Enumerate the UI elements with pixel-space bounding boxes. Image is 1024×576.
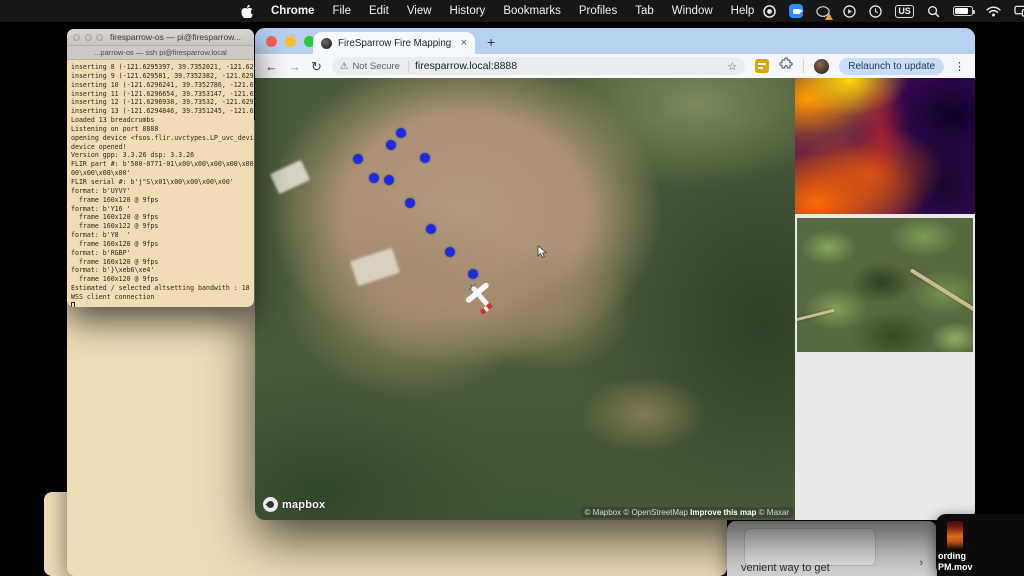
mouse-cursor [537, 245, 549, 259]
menu-item-window[interactable]: Window [663, 5, 722, 17]
address-url[interactable]: firesparrow.local:8888 [415, 60, 517, 72]
reload-button[interactable]: ↻ [311, 60, 322, 73]
terminal-tab-title: ...parrow-os — ssh pi@firesparrow.local [94, 48, 227, 57]
terminal-traffic-lights[interactable] [73, 34, 103, 41]
twig [797, 309, 835, 323]
apple-menu[interactable] [232, 5, 262, 18]
close-window-button[interactable] [266, 36, 277, 47]
satellite-map[interactable]: mapbox © Mapbox © OpenStreetMap Improve … [255, 78, 795, 520]
breadcrumb-dot[interactable] [369, 173, 379, 183]
map-building [350, 248, 400, 286]
wifi-icon[interactable] [986, 6, 1001, 17]
input-source-indicator[interactable]: US [895, 5, 914, 18]
notification-thumbnail [947, 521, 963, 549]
terminal-window-title: firesparrow-os — pi@firesparrow... [103, 32, 248, 42]
recording-notification[interactable]: ording PM.mov [936, 514, 1024, 576]
battery-icon[interactable] [953, 6, 973, 16]
breadcrumb-dot[interactable] [384, 175, 394, 185]
menu-bar: Chrome File Edit View History Bookmarks … [0, 0, 1024, 22]
browser-tab[interactable]: FireSparrow Fire Mapping × [313, 32, 475, 54]
background-dialog-window: venient way to get › [727, 521, 937, 576]
notification-filename: PM.mov [938, 562, 973, 572]
new-tab-button[interactable]: + [487, 34, 495, 50]
mapbox-logo[interactable]: mapbox [263, 497, 325, 512]
breadcrumb-dot[interactable] [396, 128, 406, 138]
tab-favicon-globe-icon [321, 38, 332, 49]
camera-feed-panel: Starting up... [795, 78, 975, 520]
chrome-browser-window[interactable]: FireSparrow Fire Mapping × + ← → ↻ ⚠ Not… [255, 28, 975, 520]
menu-item-profiles[interactable]: Profiles [570, 5, 626, 17]
relaunch-to-update-button[interactable]: Relaunch to update [839, 58, 944, 75]
browser-menu-icon[interactable]: ⋮ [954, 60, 965, 73]
play-circle-icon[interactable] [843, 5, 856, 18]
menu-item-tab[interactable]: Tab [626, 5, 663, 17]
extensions-puzzle-icon[interactable] [779, 57, 793, 76]
mapbox-logo-icon [263, 497, 278, 512]
page-content: mapbox © Mapbox © OpenStreetMap Improve … [255, 78, 975, 520]
record-icon[interactable] [763, 5, 776, 18]
thermal-camera-feed [795, 78, 975, 214]
improve-this-map-link[interactable]: Improve this map [690, 508, 756, 517]
terminal-tab-bar[interactable]: ...parrow-os — ssh pi@firesparrow.local [67, 46, 254, 60]
device-warning-icon[interactable] [816, 5, 830, 18]
extension-icon[interactable] [755, 59, 769, 73]
breadcrumb-dot[interactable] [426, 224, 436, 234]
breadcrumb-dot[interactable] [420, 153, 430, 163]
zoom-app-icon[interactable] [789, 4, 803, 18]
terminal-title-bar[interactable]: firesparrow-os — pi@firesparrow... [67, 29, 254, 46]
warning-triangle-icon: ⚠ [340, 61, 349, 72]
profile-avatar[interactable] [814, 59, 829, 74]
panel-lower-area: Starting up... [795, 356, 975, 520]
close-tab-icon[interactable]: × [461, 37, 467, 49]
dialog-partial-text: venient way to get [741, 562, 830, 574]
plane-marker[interactable] [460, 278, 500, 318]
breadcrumb-dot[interactable] [405, 198, 415, 208]
terminal-cursor [71, 302, 75, 307]
security-chip[interactable]: ⚠ Not Secure [340, 61, 409, 72]
map-attribution: © Mapbox © OpenStreetMap Improve this ma… [581, 507, 793, 518]
menu-item-chrome[interactable]: Chrome [262, 5, 323, 17]
breadcrumb-dot[interactable] [386, 140, 396, 150]
toolbar-divider [803, 59, 804, 73]
bookmark-star-icon[interactable]: ☆ [727, 60, 737, 73]
menu-item-view[interactable]: View [398, 5, 441, 17]
minimize-window-button[interactable] [285, 36, 296, 47]
forward-button[interactable]: → [288, 60, 301, 73]
notification-title: ording [938, 551, 966, 561]
terminal-output: inserting 8 (-121.6295397, 39.7352021, -… [67, 60, 254, 307]
menu-item-bookmarks[interactable]: Bookmarks [494, 5, 570, 17]
map-building [270, 160, 310, 194]
back-button[interactable]: ← [265, 60, 278, 73]
address-bar[interactable]: ⚠ Not Secure firesparrow.local:8888 ☆ [332, 57, 745, 75]
tab-title: FireSparrow Fire Mapping [338, 38, 455, 49]
breadcrumb-dot[interactable] [445, 247, 455, 257]
dialog-inner-panel [744, 528, 876, 566]
display-icon[interactable] [1014, 5, 1024, 17]
breadcrumb-dot[interactable] [353, 154, 363, 164]
chevron-right-icon[interactable]: › [919, 557, 923, 569]
twig [910, 268, 973, 312]
browser-traffic-lights[interactable] [266, 36, 315, 47]
menu-item-help[interactable]: Help [722, 5, 764, 17]
rgb-camera-feed [797, 218, 973, 352]
search-icon[interactable] [927, 5, 940, 18]
clock-icon[interactable] [869, 5, 882, 18]
menu-item-file[interactable]: File [323, 5, 360, 17]
menu-item-history[interactable]: History [441, 5, 495, 17]
terminal-window[interactable]: firesparrow-os — pi@firesparrow... ...pa… [67, 29, 254, 307]
browser-tab-strip: FireSparrow Fire Mapping × + [255, 28, 975, 54]
browser-toolbar: ← → ↻ ⚠ Not Secure firesparrow.local:888… [255, 54, 975, 78]
menu-item-edit[interactable]: Edit [360, 5, 398, 17]
